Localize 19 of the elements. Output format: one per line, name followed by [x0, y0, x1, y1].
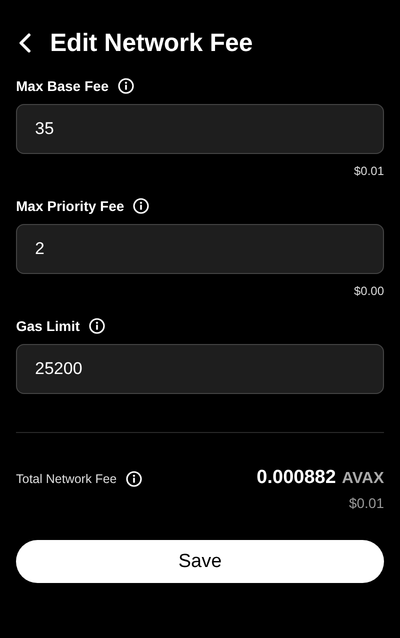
usd-value: $0.01: [348, 495, 384, 511]
save-button[interactable]: Save: [16, 540, 384, 583]
back-icon[interactable]: [18, 33, 32, 53]
info-icon[interactable]: [88, 318, 105, 334]
input-field[interactable]: 35: [16, 104, 384, 154]
fee-amount: 0.000882: [256, 467, 336, 489]
input-field[interactable]: 25200: [16, 344, 384, 394]
field-label: Gas Limit: [16, 318, 80, 334]
field-label: Max Priority Fee: [16, 198, 124, 214]
info-icon[interactable]: [118, 78, 134, 94]
fee-unit: AVAX: [342, 470, 384, 488]
input-field[interactable]: 2: [16, 224, 384, 274]
total-label: Total Network Fee: [16, 472, 117, 486]
info-icon[interactable]: [126, 471, 142, 487]
page-title: Edit Network Fee: [50, 28, 253, 58]
usd-value: $0.01: [354, 164, 384, 178]
info-icon[interactable]: [133, 198, 150, 214]
usd-value: $0.00: [354, 284, 384, 298]
field-label: Max Base Fee: [16, 78, 109, 94]
